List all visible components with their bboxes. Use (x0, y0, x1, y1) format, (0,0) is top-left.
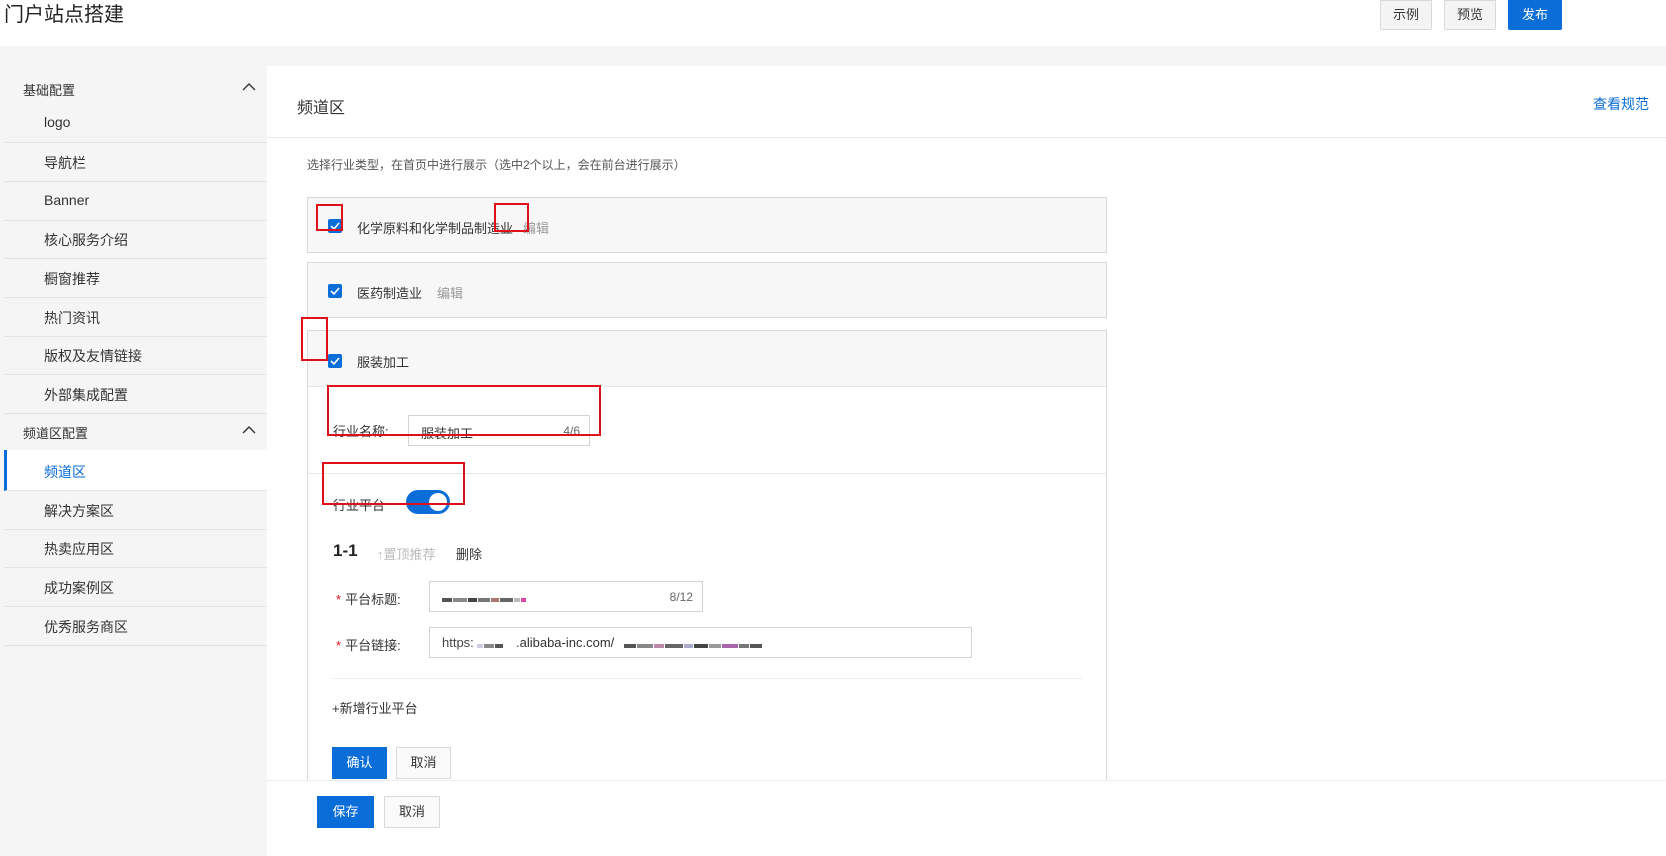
sidebar-item-label: 热门资讯 (44, 310, 100, 326)
sidebar-item-hot-news[interactable]: 热门资讯 (4, 296, 267, 337)
sidebar-item-label: Banner (44, 192, 90, 208)
panel-header: 频道区 查看规范 (267, 66, 1666, 138)
highlight-box (322, 462, 465, 505)
view-spec-link[interactable]: 查看规范 (1593, 94, 1649, 114)
panel-title: 频道区 (297, 100, 346, 117)
sidebar-item-logo[interactable]: logo (4, 102, 267, 143)
blurred-text (477, 637, 504, 649)
highlight-box (316, 204, 343, 231)
highlight-box (301, 317, 328, 361)
platform-title-input[interactable]: 8/12 (429, 581, 703, 612)
platform-link-label: * 平台链接: (336, 635, 401, 654)
sidebar-group-label: 频道区配置 (23, 426, 89, 441)
publish-button[interactable]: 发布 (1508, 0, 1562, 30)
industry-name: 医药制造业 (357, 286, 423, 301)
sidebar-item-label: 橱窗推荐 (44, 271, 100, 287)
platform-link-domain: .alibaba-inc.com/ (516, 635, 615, 650)
blurred-text (624, 637, 763, 649)
preview-button[interactable]: 预览 (1444, 0, 1496, 30)
blurred-text (442, 591, 527, 603)
edit-link[interactable]: 编辑 (437, 283, 463, 302)
char-counter: 8/12 (669, 590, 693, 604)
divider (332, 678, 1082, 679)
page-title: 门户站点搭建 (4, 4, 124, 26)
sidebar-group-label: 基础配置 (23, 83, 76, 98)
sidebar: 基础配置 logo 导航栏 Banner 核心服务介绍 橱窗推荐 热门资讯 版权… (0, 66, 267, 856)
industry-card-header: 服装加工 (308, 331, 1106, 387)
sidebar-item-providers[interactable]: 优秀服务商区 (4, 605, 267, 646)
sidebar-item-label: 外部集成配置 (44, 387, 128, 403)
sidebar-item-navbar[interactable]: 导航栏 (4, 141, 267, 182)
save-button[interactable]: 保存 (317, 796, 374, 828)
check-icon (330, 357, 340, 366)
sidebar-item-core-services[interactable]: 核心服务介绍 (4, 218, 267, 259)
sidebar-item-banner[interactable]: Banner (4, 180, 267, 221)
industry-checkbox[interactable] (328, 284, 342, 298)
sidebar-item-copyright[interactable]: 版权及友情链接 (4, 334, 267, 375)
sidebar-group-channel[interactable]: 频道区配置 (0, 411, 267, 452)
highlight-box (494, 203, 529, 232)
sidebar-item-showcase[interactable]: 橱窗推荐 (4, 257, 267, 298)
delete-button[interactable]: 删除 (456, 544, 482, 563)
industry-name: 化学原料和化学制品制造业 (357, 221, 514, 236)
platform-title-label-text: 平台标题: (345, 592, 401, 607)
sidebar-item-label: 频道区 (44, 464, 86, 480)
industry-card: 医药制造业 编辑 (307, 262, 1107, 318)
hint-text: 选择行业类型，在首页中进行展示（选中2个以上，会在前台进行展示） (307, 158, 686, 172)
platform-link-prefix: https: (442, 635, 474, 650)
sidebar-item-cases[interactable]: 成功案例区 (4, 566, 267, 607)
footer-bar: 保存 取消 (267, 780, 1666, 856)
sidebar-item-channel[interactable]: 频道区 (4, 450, 267, 491)
check-icon (330, 287, 340, 296)
sidebar-item-label: 版权及友情链接 (44, 348, 142, 364)
highlight-box (327, 385, 601, 436)
add-platform-button[interactable]: +新增行业平台 (332, 698, 418, 717)
sidebar-item-external[interactable]: 外部集成配置 (4, 373, 267, 414)
sidebar-item-hot-apps[interactable]: 热卖应用区 (4, 527, 267, 568)
example-button[interactable]: 示例 (1380, 0, 1432, 30)
cancel-button[interactable]: 取消 (396, 747, 451, 779)
sidebar-item-label: 解决方案区 (44, 503, 114, 519)
industry-checkbox[interactable] (328, 354, 342, 368)
sidebar-item-label: 优秀服务商区 (44, 619, 128, 635)
sidebar-item-label: 导航栏 (44, 155, 86, 171)
confirm-button[interactable]: 确认 (332, 747, 387, 779)
chevron-up-icon (242, 83, 256, 91)
pin-top-button[interactable]: ↑置顶推荐 (377, 544, 436, 563)
main-panel: 频道区 查看规范 选择行业类型，在首页中进行展示（选中2个以上，会在前台进行展示… (267, 66, 1666, 856)
industry-card: 化学原料和化学制品制造业 编辑 (307, 197, 1107, 253)
platform-index: 1-1 (333, 541, 358, 560)
sidebar-item-label: 热卖应用区 (44, 541, 114, 557)
required-mark: * (336, 638, 342, 653)
platform-link-input[interactable]: https: .alibaba-inc.com/ (429, 627, 972, 658)
sidebar-item-label: 核心服务介绍 (44, 232, 128, 248)
footer-cancel-button[interactable]: 取消 (384, 796, 440, 828)
platform-title-label: * 平台标题: (336, 589, 401, 608)
sidebar-item-solutions[interactable]: 解决方案区 (4, 489, 267, 530)
industry-name: 服装加工 (357, 355, 410, 370)
required-mark: * (336, 592, 342, 607)
top-bar: 门户站点搭建 示例 预览 发布 (0, 0, 1666, 46)
chevron-up-icon (242, 426, 256, 434)
sidebar-item-label: logo (44, 114, 71, 130)
platform-link-label-text: 平台链接: (345, 638, 401, 653)
sidebar-item-label: 成功案例区 (44, 580, 114, 596)
